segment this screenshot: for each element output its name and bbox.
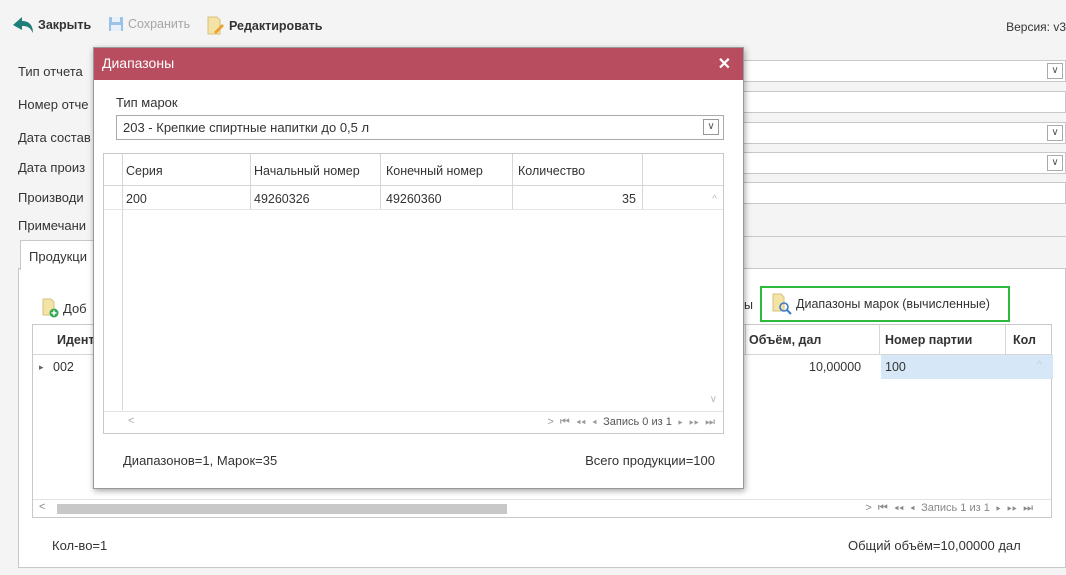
col-header-start-number[interactable]: Начальный номер [254, 164, 360, 178]
compile-date-select[interactable]: ∨ [740, 122, 1066, 144]
close-icon[interactable]: ✕ [718, 54, 731, 74]
add-document-icon [42, 298, 59, 318]
scroll-up-icon[interactable]: ^ [712, 194, 717, 205]
cell-series: 200 [126, 192, 147, 206]
dialog-title: Диапазоны [102, 55, 175, 71]
col-header-id[interactable]: Идент [57, 333, 95, 347]
scroll-down-icon[interactable]: ∨ [710, 394, 717, 405]
note-field[interactable] [740, 236, 1066, 237]
cell-id: 002 [53, 360, 74, 374]
floppy-icon [109, 17, 123, 31]
col-header-quantity[interactable]: Количество [518, 164, 585, 178]
ranges-button-tail-text: ы [744, 298, 753, 312]
col-header-batch[interactable]: Номер партии [885, 333, 972, 347]
add-button-label: Доб [63, 300, 87, 316]
cell-volume: 10,00000 [809, 360, 862, 374]
grid-pager: > ⏮ ◂◂ ◂ Запись 1 из 1 ▸ ▸▸ ⏭ [865, 502, 1033, 514]
grid-pager-label: Запись 1 из 1 [921, 502, 990, 514]
form-label-note: Примечани [18, 218, 87, 233]
chevron-down-icon[interactable]: ∨ [1047, 125, 1063, 141]
form-label-report-number: Номер отче [18, 97, 89, 112]
cell-end-number: 49260360 [386, 192, 442, 206]
footer-count: Кол-во=1 [52, 538, 108, 553]
col-header-end-number[interactable]: Конечный номер [386, 164, 483, 178]
cell-start-number: 49260326 [254, 192, 310, 206]
ranges-summary: Диапазонов=1, Марок=35 [123, 453, 278, 468]
edit-button[interactable]: Редактировать [205, 16, 322, 36]
form-label-report-type: Тип отчета [18, 64, 83, 79]
search-document-icon [772, 293, 792, 315]
table-row[interactable]: 200 49260326 49260360 35 [104, 186, 723, 210]
producer-field[interactable] [740, 182, 1066, 204]
horizontal-scrollbar[interactable]: < > ⏮ ◂◂ ◂ Запись 1 из 1 ▸ ▸▸ ⏭ [33, 499, 1051, 517]
ranges-grid: Серия Начальный номер Конечный номер Кол… [103, 153, 724, 434]
footer-total-volume: Общий объём=10,00000 дал [848, 538, 1021, 553]
col-header-series[interactable]: Серия [126, 164, 163, 178]
row-indicator-icon: ▸ [39, 362, 44, 372]
total-products: Всего продукции=100 [585, 453, 715, 468]
save-button-label: Сохранить [128, 17, 191, 31]
version-label: Версия: v3 [1006, 20, 1066, 34]
col-header-volume[interactable]: Объём, дал [749, 333, 821, 347]
ranges-pager-label: Запись 0 из 1 [603, 416, 672, 428]
cell-batch: 100 [885, 360, 906, 374]
stamp-type-value: 203 - Крепкие спиртные напитки до 0,5 л [123, 120, 370, 135]
chevron-down-icon[interactable]: ∨ [1047, 63, 1063, 79]
chevron-down-icon[interactable]: ∨ [703, 119, 719, 135]
ranges-horizontal-scrollbar[interactable]: < > ⏮ ◂◂ ◂ Запись 0 из 1 ▸ ▸▸ ⏭ [104, 411, 723, 433]
form-label-producer: Производи [18, 190, 84, 205]
scroll-left-icon[interactable]: < [128, 415, 134, 427]
ranges-pager: > ⏮ ◂◂ ◂ Запись 0 из 1 ▸ ▸▸ ⏭ [547, 416, 715, 428]
ranges-dialog: Диапазоны ✕ Тип марок 203 - Крепкие спир… [93, 47, 744, 489]
tab-products[interactable]: Продукци [20, 240, 100, 270]
stamp-type-label: Тип марок [116, 95, 178, 110]
form-label-compile-date: Дата состав [18, 130, 91, 145]
report-number-field[interactable] [740, 91, 1066, 113]
close-button-label: Закрыть [38, 18, 92, 32]
col-header-qty[interactable]: Кол [1013, 333, 1036, 347]
edit-button-label: Редактировать [229, 19, 323, 33]
stamp-type-select[interactable]: 203 - Крепкие спиртные напитки до 0,5 л … [116, 115, 724, 140]
add-button[interactable]: Доб [40, 298, 87, 318]
tab-products-label: Продукци [29, 249, 87, 264]
back-arrow-icon [13, 17, 33, 33]
report-type-select[interactable]: ∨ [740, 60, 1066, 82]
cell-quantity: 35 [622, 192, 636, 206]
production-date-select[interactable]: ∨ [740, 152, 1066, 174]
scroll-left-icon[interactable]: < [39, 501, 45, 513]
toolbar: Закрыть Сохранить Редактировать Версия: … [0, 0, 1066, 52]
form-label-production-date: Дата произ [18, 160, 86, 175]
close-button[interactable]: Закрыть [12, 16, 91, 34]
ranges-grid-header: Серия Начальный номер Конечный номер Кол… [104, 154, 723, 410]
stamp-ranges-calculated-button[interactable]: Диапазоны марок (вычисленные) [760, 286, 1010, 322]
edit-document-icon [207, 16, 224, 35]
chevron-down-icon[interactable]: ∨ [1047, 155, 1063, 171]
scrollbar-thumb[interactable] [57, 504, 507, 514]
scroll-up-icon[interactable]: ^ [1037, 360, 1042, 371]
save-button[interactable]: Сохранить [108, 16, 190, 32]
dialog-title-bar: Диапазоны ✕ [94, 48, 743, 80]
stamp-ranges-calculated-label: Диапазоны марок (вычисленные) [796, 297, 990, 311]
